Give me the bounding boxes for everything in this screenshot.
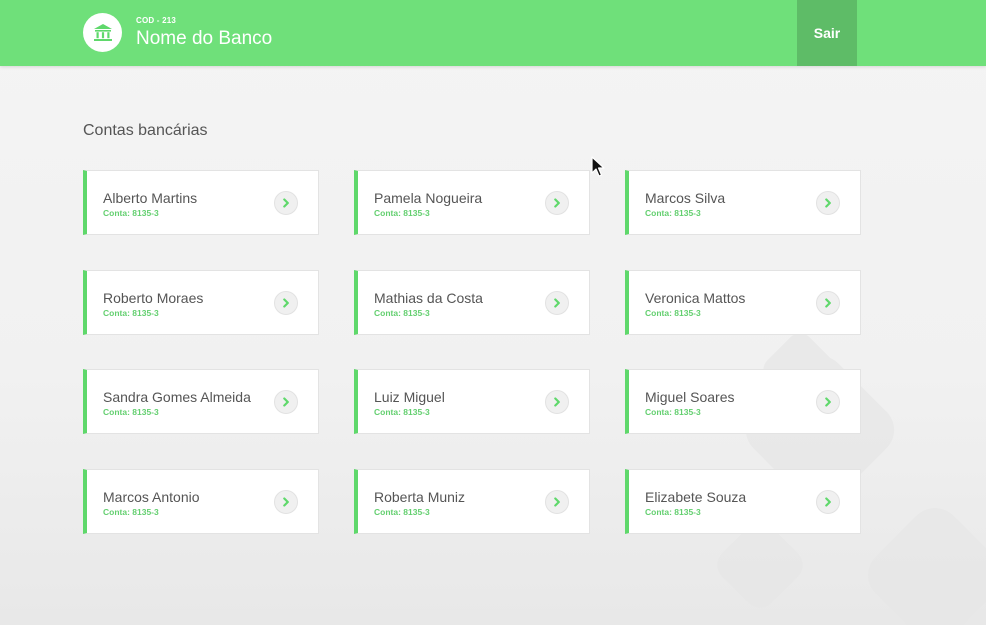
- account-card[interactable]: Alberto Martins Conta: 8135-3: [83, 170, 319, 235]
- account-number: Conta: 8135-3: [103, 506, 159, 517]
- chevron-right-icon[interactable]: [274, 390, 298, 414]
- account-number: Conta: 8135-3: [103, 407, 159, 417]
- account-holder-name: Veronica Mattos: [645, 289, 746, 306]
- account-number: Conta: 8135-3: [645, 506, 701, 517]
- account-holder-name: Miguel Soares: [645, 389, 735, 405]
- chevron-right-icon[interactable]: [545, 191, 569, 215]
- account-number: Conta: 8135-3: [374, 208, 430, 218]
- chevron-right-icon[interactable]: [274, 191, 298, 215]
- account-card[interactable]: Marcos Silva Conta: 8135-3: [625, 170, 861, 235]
- account-number: Conta: 8135-3: [103, 307, 159, 318]
- chevron-right-icon[interactable]: [274, 290, 298, 315]
- chevron-right-icon[interactable]: [816, 191, 840, 215]
- account-number: Conta: 8135-3: [103, 208, 159, 218]
- mouse-pointer-icon: [591, 156, 605, 177]
- app-header: COD - 213 Nome do Banco Sair: [0, 0, 986, 66]
- account-number: Conta: 8135-3: [374, 407, 430, 417]
- account-card[interactable]: Pamela Nogueira Conta: 8135-3: [354, 170, 590, 235]
- account-holder-name: Mathias da Costa: [374, 289, 483, 306]
- chevron-right-icon[interactable]: [545, 290, 569, 315]
- account-number: Conta: 8135-3: [374, 506, 430, 517]
- account-holder-name: Elizabete Souza: [645, 488, 747, 505]
- account-card[interactable]: Veronica Mattos Conta: 8135-3: [625, 269, 861, 335]
- chevron-right-icon[interactable]: [274, 489, 298, 514]
- chevron-right-icon[interactable]: [816, 390, 840, 414]
- accounts-grid: Alberto Martins Conta: 8135-3 Pamela Nog…: [83, 170, 861, 534]
- chevron-right-icon[interactable]: [816, 489, 840, 514]
- chevron-right-icon[interactable]: [545, 390, 569, 414]
- bank-name: Nome do Banco: [136, 28, 273, 49]
- section-title: Contas bancárias: [83, 122, 208, 139]
- bank-icon: [93, 23, 112, 41]
- account-holder-name: Roberta Muniz: [374, 488, 466, 505]
- chevron-right-icon[interactable]: [816, 290, 840, 315]
- chevron-right-icon[interactable]: [545, 489, 569, 514]
- account-card[interactable]: Roberta Muniz Conta: 8135-3: [354, 468, 590, 534]
- account-card[interactable]: Marcos Antonio Conta: 8135-3: [83, 468, 319, 534]
- account-number: Conta: 8135-3: [645, 208, 701, 218]
- account-card[interactable]: Mathias da Costa Conta: 8135-3: [354, 269, 590, 335]
- account-card[interactable]: Miguel Soares Conta: 8135-3: [625, 369, 861, 434]
- bank-logo: [83, 13, 122, 52]
- account-holder-name: Pamela Nogueira: [374, 190, 483, 206]
- account-card[interactable]: Luiz Miguel Conta: 8135-3: [354, 369, 590, 434]
- bank-code: COD - 213: [136, 16, 177, 25]
- account-holder-name: Marcos Silva: [645, 190, 726, 206]
- account-number: Conta: 8135-3: [645, 407, 701, 417]
- account-holder-name: Luiz Miguel: [374, 389, 445, 405]
- account-card[interactable]: Elizabete Souza Conta: 8135-3: [625, 468, 861, 534]
- account-card[interactable]: Sandra Gomes Almeida Conta: 8135-3: [83, 369, 319, 434]
- account-number: Conta: 8135-3: [645, 307, 701, 318]
- account-holder-name: Marcos Antonio: [103, 488, 200, 505]
- logout-button[interactable]: Sair: [797, 0, 857, 66]
- account-number: Conta: 8135-3: [374, 307, 430, 318]
- account-card[interactable]: Roberto Moraes Conta: 8135-3: [83, 269, 319, 335]
- account-holder-name: Alberto Martins: [103, 190, 198, 206]
- account-holder-name: Sandra Gomes Almeida: [103, 389, 251, 405]
- account-holder-name: Roberto Moraes: [103, 289, 204, 306]
